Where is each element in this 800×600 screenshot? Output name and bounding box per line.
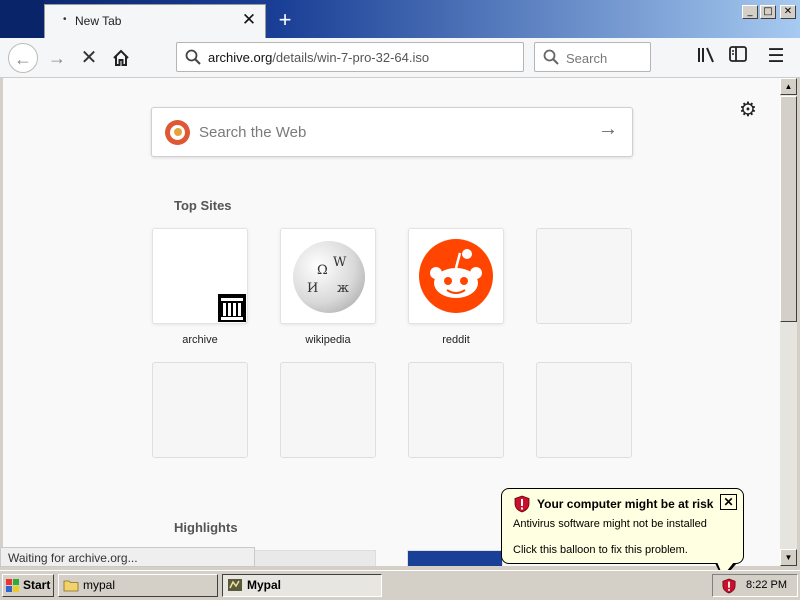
top-site-tile-empty[interactable] (408, 362, 504, 458)
close-window-button[interactable]: ✕ (780, 5, 796, 19)
windows-flag-icon (6, 579, 19, 592)
url-text: archive.org/details/win-7-pro-32-64.iso (208, 50, 429, 65)
gear-icon: ⚙ (739, 99, 757, 121)
vertical-scrollbar[interactable]: ▲ ▼ (780, 78, 797, 566)
taskbar-item-label: Mypal (247, 578, 282, 592)
home-button[interactable] (106, 43, 136, 73)
back-button[interactable]: ← (8, 43, 38, 73)
forward-button[interactable]: → (42, 43, 72, 73)
url-domain: archive.org (208, 50, 273, 65)
folder-icon (63, 580, 79, 592)
search-bar-placeholder: Search (566, 51, 608, 66)
top-site-label: wikipedia (305, 334, 351, 346)
archive-icon (215, 291, 247, 323)
wikipedia-icon: Ω W И ж (293, 241, 365, 313)
taskbar-item-label: mypal (83, 578, 116, 592)
scroll-thumb[interactable] (780, 96, 797, 322)
window-controls: _ □ ✕ (742, 5, 796, 19)
top-site-tile-wikipedia[interactable]: Ω W И ж (280, 228, 376, 324)
library-icon (698, 47, 714, 63)
hamburger-icon: ☰ (767, 46, 785, 67)
balloon-action-text[interactable]: Click this balloon to fix this problem. (513, 544, 688, 556)
security-balloon[interactable]: Your computer might be at risk ✕ Antivir… (501, 488, 744, 579)
search-bar[interactable]: Search (534, 42, 651, 72)
navigation-toolbar: ← → ✕ archive.org/details/win-7-pro-32-6… (0, 38, 800, 78)
scroll-up-button[interactable]: ▲ (780, 78, 797, 95)
web-search-placeholder: Search the Web (199, 124, 307, 141)
customize-button[interactable]: ⚙ (739, 97, 757, 122)
security-shield-icon[interactable] (722, 578, 736, 594)
system-tray: 8:22 PM (712, 574, 798, 597)
top-site-tile-reddit[interactable] (408, 228, 504, 324)
stop-button[interactable]: ✕ (74, 43, 104, 73)
scroll-down-button[interactable]: ▼ (780, 549, 797, 566)
tab-dot-icon: • (63, 14, 67, 25)
taskbar: Start mypal Mypal 8:22 PM (0, 570, 800, 600)
home-icon (113, 49, 129, 66)
library-button[interactable] (694, 46, 718, 70)
url-bar[interactable]: archive.org/details/win-7-pro-32-64.iso (176, 42, 524, 72)
start-button[interactable]: Start (2, 574, 54, 597)
reddit-icon (419, 239, 493, 313)
status-text: Waiting for archive.org... (8, 551, 138, 565)
shield-warning-icon (514, 495, 530, 513)
title-bar-left (0, 0, 44, 38)
tab-title: New Tab (75, 14, 122, 28)
duckduckgo-icon (165, 120, 190, 145)
tab-close-button[interactable]: ✕ (239, 9, 259, 31)
new-tab-button[interactable]: + (270, 6, 300, 34)
highlights-title: Highlights (174, 520, 238, 535)
top-site-tile-empty[interactable] (536, 228, 632, 324)
minimize-button[interactable]: _ (742, 5, 758, 19)
search-icon (543, 49, 559, 65)
status-bar: Waiting for archive.org... (0, 547, 255, 567)
balloon-message: Antivirus software might not be installe… (513, 518, 707, 530)
start-label: Start (23, 578, 51, 592)
menu-button[interactable]: ☰ (764, 46, 788, 70)
clock[interactable]: 8:22 PM (746, 579, 787, 591)
title-bar: • New Tab ✕ + _ □ ✕ (0, 0, 800, 38)
top-site-tile-empty[interactable] (280, 362, 376, 458)
taskbar-item-mypal-browser[interactable]: Mypal (222, 574, 382, 597)
top-site-label: archive (182, 334, 218, 346)
search-icon (185, 49, 201, 65)
balloon-title: Your computer might be at risk (537, 497, 714, 511)
balloon-close-button[interactable]: ✕ (720, 494, 737, 510)
top-sites-title: Top Sites (174, 198, 232, 213)
taskbar-item-mypal-folder[interactable]: mypal (58, 574, 218, 597)
top-site-tile-empty[interactable] (536, 362, 632, 458)
top-site-label: reddit (442, 334, 470, 346)
tab-new-tab[interactable]: • New Tab ✕ (44, 4, 266, 38)
web-search-box[interactable]: Search the Web → (151, 107, 633, 157)
top-site-tile-empty[interactable] (152, 362, 248, 458)
sidebar-icon (729, 46, 747, 62)
mypal-app-icon (228, 579, 242, 591)
maximize-button[interactable]: □ (760, 5, 776, 19)
highlight-card[interactable] (407, 550, 503, 566)
arrow-right-icon[interactable]: → (598, 118, 618, 141)
sidebar-button[interactable] (726, 46, 750, 70)
url-path: /details/win-7-pro-32-64.iso (272, 50, 430, 65)
top-site-tile-archive[interactable] (152, 228, 248, 324)
